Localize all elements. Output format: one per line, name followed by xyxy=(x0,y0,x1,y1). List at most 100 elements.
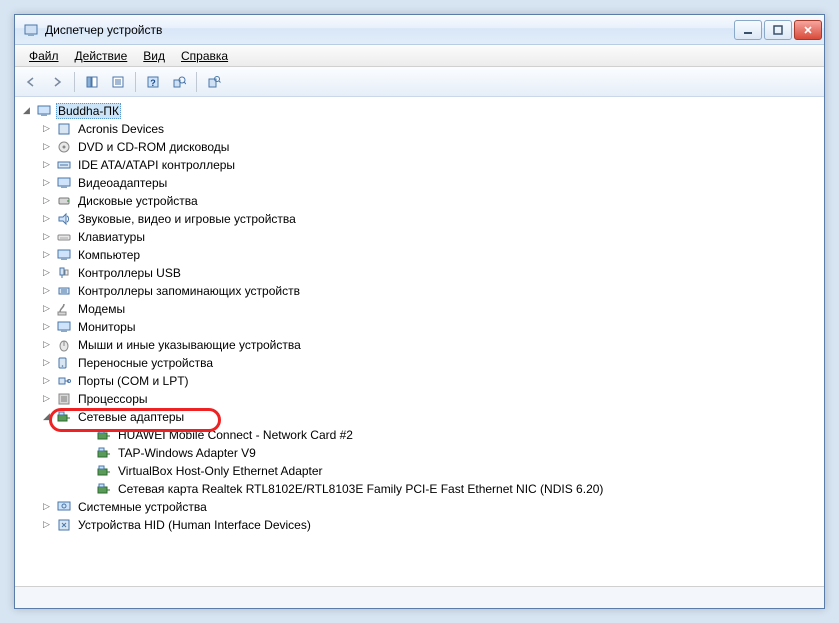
help-button[interactable]: ? xyxy=(141,70,165,94)
device-manager-window: Диспетчер устройств Файл Действие Вид Сп… xyxy=(14,14,825,609)
tree-category[interactable]: ▷ Дисковые устройства xyxy=(37,192,822,210)
tree-category[interactable]: ▷ Контроллеры USB xyxy=(37,264,822,282)
tree-category[interactable]: ▷ Процессоры xyxy=(37,390,822,408)
expand-icon[interactable]: ▷ xyxy=(41,231,52,242)
root-label[interactable]: Buddha-ПК xyxy=(56,103,121,119)
toolbar-separator xyxy=(196,72,197,92)
category-label[interactable]: Сетевые адаптеры xyxy=(76,409,186,425)
category-label[interactable]: Устройства HID (Human Interface Devices) xyxy=(76,517,313,533)
expand-icon[interactable]: ▷ xyxy=(41,177,52,188)
tree-device[interactable]: ▷HUAWEI Mobile Connect - Network Card #2 xyxy=(77,426,822,444)
menu-file[interactable]: Файл xyxy=(21,47,67,65)
tree-category[interactable]: ▷ Видеоадаптеры xyxy=(37,174,822,192)
expand-icon[interactable]: ▷ xyxy=(41,501,52,512)
tree-category[interactable]: ▷ Модемы xyxy=(37,300,822,318)
tree-category[interactable]: ▷ Контроллеры запоминающих устройств xyxy=(37,282,822,300)
expand-icon[interactable]: ▷ xyxy=(41,213,52,224)
expand-icon[interactable]: ▷ xyxy=(41,357,52,368)
network-adapter-icon xyxy=(96,427,112,443)
category-label[interactable]: Звуковые, видео и игровые устройства xyxy=(76,211,298,227)
tree-root[interactable]: ◢ Buddha-ПК xyxy=(17,102,822,120)
category-label[interactable]: Контроллеры USB xyxy=(76,265,183,281)
category-label[interactable]: Дисковые устройства xyxy=(76,193,200,209)
maximize-button[interactable] xyxy=(764,20,792,40)
menu-help[interactable]: Справка xyxy=(173,47,236,65)
category-icon xyxy=(56,337,72,353)
collapse-icon[interactable]: ◢ xyxy=(21,105,32,116)
tree-category[interactable]: ▷ Переносные устройства xyxy=(37,354,822,372)
window-title: Диспетчер устройств xyxy=(45,23,734,37)
expand-icon[interactable]: ▷ xyxy=(41,321,52,332)
tree-category[interactable]: ▷ Мыши и иные указывающие устройства xyxy=(37,336,822,354)
category-label[interactable]: Модемы xyxy=(76,301,127,317)
category-label[interactable]: IDE ATA/ATAPI контроллеры xyxy=(76,157,237,173)
category-label[interactable]: Клавиатуры xyxy=(76,229,147,245)
expand-icon[interactable]: ▷ xyxy=(41,141,52,152)
device-label[interactable]: HUAWEI Mobile Connect - Network Card #2 xyxy=(116,427,355,443)
tree-category[interactable]: ▷ Устройства HID (Human Interface Devices… xyxy=(37,516,822,534)
computer-icon xyxy=(36,103,52,119)
back-button[interactable] xyxy=(19,70,43,94)
device-label[interactable]: VirtualBox Host-Only Ethernet Adapter xyxy=(116,463,325,479)
tree-device[interactable]: ▷Сетевая карта Realtek RTL8102E/RTL8103E… xyxy=(77,480,822,498)
device-tree-panel[interactable]: ◢ Buddha-ПК ▷ Acronis Devices ▷ DVD и CD-RO… xyxy=(15,97,824,586)
category-icon xyxy=(56,211,72,227)
expand-icon[interactable]: ▷ xyxy=(41,285,52,296)
tree-category[interactable]: ▷ Клавиатуры xyxy=(37,228,822,246)
expand-icon[interactable]: ▷ xyxy=(41,123,52,134)
category-label[interactable]: Переносные устройства xyxy=(76,355,215,371)
tree-device[interactable]: ▷TAP-Windows Adapter V9 xyxy=(77,444,822,462)
scan-button[interactable] xyxy=(167,70,191,94)
category-label[interactable]: DVD и CD-ROM дисководы xyxy=(76,139,231,155)
category-label[interactable]: Мыши и иные указывающие устройства xyxy=(76,337,303,353)
toolbar-separator xyxy=(74,72,75,92)
tree-category[interactable]: ▷ DVD и CD-ROM дисководы xyxy=(37,138,822,156)
show-hide-tree-button[interactable] xyxy=(80,70,104,94)
category-icon xyxy=(56,319,72,335)
category-label[interactable]: Компьютер xyxy=(76,247,142,263)
category-icon xyxy=(56,157,72,173)
tree-category[interactable]: ▷ Звуковые, видео и игровые устройства xyxy=(37,210,822,228)
expand-icon[interactable]: ▷ xyxy=(41,159,52,170)
close-button[interactable] xyxy=(794,20,822,40)
category-label[interactable]: Контроллеры запоминающих устройств xyxy=(76,283,302,299)
category-label[interactable]: Мониторы xyxy=(76,319,137,335)
expand-icon[interactable]: ▷ xyxy=(41,393,52,404)
device-label[interactable]: Сетевая карта Realtek RTL8102E/RTL8103E … xyxy=(116,481,605,497)
tree-category[interactable]: ◢ Сетевые адаптеры xyxy=(37,408,822,426)
category-icon xyxy=(56,517,72,533)
refresh-button[interactable] xyxy=(202,70,226,94)
properties-button[interactable] xyxy=(106,70,130,94)
collapse-icon[interactable]: ◢ xyxy=(41,411,52,422)
tree-category[interactable]: ▷ IDE ATA/ATAPI контроллеры xyxy=(37,156,822,174)
menu-action[interactable]: Действие xyxy=(67,47,136,65)
expand-icon[interactable]: ▷ xyxy=(41,195,52,206)
category-label[interactable]: Процессоры xyxy=(76,391,150,407)
category-icon xyxy=(56,409,72,425)
tree-category[interactable]: ▷ Мониторы xyxy=(37,318,822,336)
expand-icon[interactable]: ▷ xyxy=(41,267,52,278)
expand-icon[interactable]: ▷ xyxy=(41,375,52,386)
tree-category[interactable]: ▷ Acronis Devices xyxy=(37,120,822,138)
forward-button[interactable] xyxy=(45,70,69,94)
category-icon xyxy=(56,391,72,407)
tree-category[interactable]: ▷ Порты (COM и LPT) xyxy=(37,372,822,390)
menu-view[interactable]: Вид xyxy=(135,47,173,65)
minimize-button[interactable] xyxy=(734,20,762,40)
category-label[interactable]: Системные устройства xyxy=(76,499,209,515)
category-icon xyxy=(56,121,72,137)
expand-icon[interactable]: ▷ xyxy=(41,519,52,530)
category-icon xyxy=(56,247,72,263)
expand-icon[interactable]: ▷ xyxy=(41,303,52,314)
tree-category[interactable]: ▷ Системные устройства xyxy=(37,498,822,516)
expand-icon[interactable]: ▷ xyxy=(41,249,52,260)
window-controls xyxy=(734,20,822,40)
device-label[interactable]: TAP-Windows Adapter V9 xyxy=(116,445,258,461)
expand-icon[interactable]: ▷ xyxy=(41,339,52,350)
category-label[interactable]: Видеоадаптеры xyxy=(76,175,169,191)
category-label[interactable]: Порты (COM и LPT) xyxy=(76,373,191,389)
category-icon xyxy=(56,283,72,299)
category-label[interactable]: Acronis Devices xyxy=(76,121,166,137)
tree-device[interactable]: ▷VirtualBox Host-Only Ethernet Adapter xyxy=(77,462,822,480)
tree-category[interactable]: ▷ Компьютер xyxy=(37,246,822,264)
